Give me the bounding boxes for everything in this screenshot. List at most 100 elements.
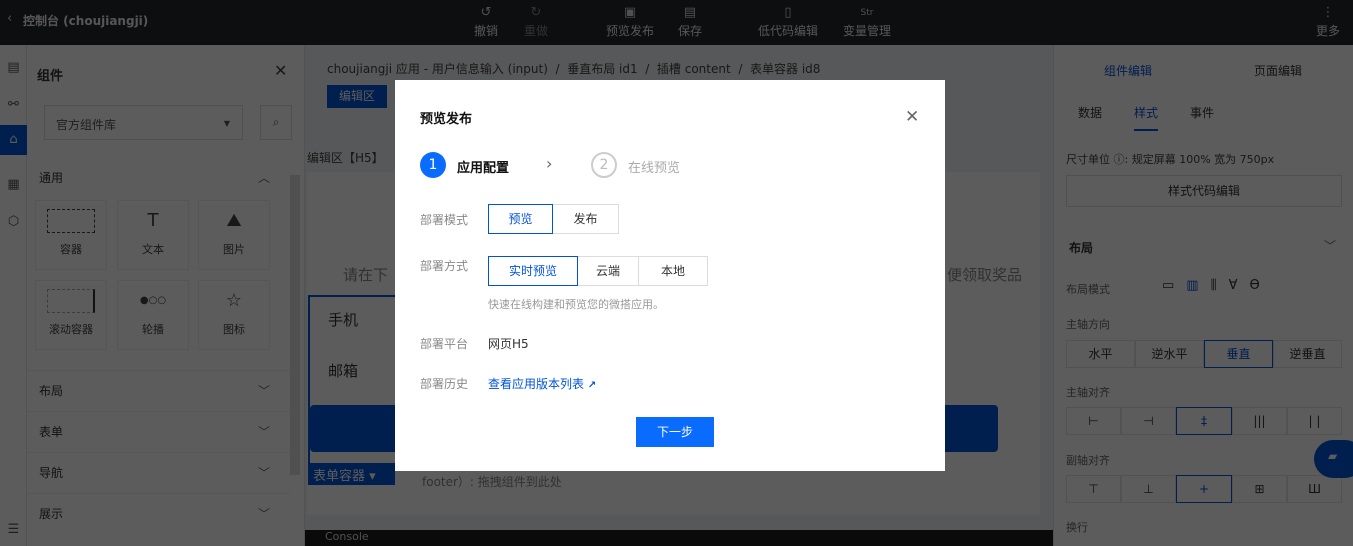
cross-bottom-icon[interactable]: ⊥ <box>1121 475 1176 503</box>
more-icon: ⋮ <box>1321 5 1335 20</box>
tab-page-edit[interactable]: 页面编辑 <box>1254 62 1302 79</box>
component-container[interactable]: 容器 <box>35 200 107 270</box>
method-cloud-button[interactable]: 云端 <box>577 256 639 286</box>
mode-publish-button[interactable]: 发布 <box>552 204 619 234</box>
deploy-platform-value: 网页H5 <box>488 337 529 351</box>
method-hint: 快速在线构建和预览您的微搭应用。 <box>488 298 664 311</box>
tree-icon[interactable]: ⚯ <box>0 90 27 120</box>
component-label: 图标 <box>223 323 245 336</box>
edit-area-label: 编辑区【H5】 <box>307 151 384 165</box>
align-start-icon[interactable]: ⊢ <box>1066 407 1121 435</box>
preview-publish-button[interactable]: ▣ 预览发布 <box>606 4 654 39</box>
style-code-edit-button[interactable]: 样式代码编辑 <box>1066 175 1342 207</box>
chevron-down-icon: ﹀ <box>257 425 270 439</box>
align-space-between-icon[interactable]: ||| <box>1232 407 1287 435</box>
data-source-icon[interactable]: ▦ <box>0 170 27 200</box>
align-end-icon[interactable]: ⊣ <box>1121 407 1176 435</box>
section-form[interactable]: 表单 ﹀ <box>27 411 290 452</box>
method-realtime-button[interactable]: 实时预览 <box>488 256 578 286</box>
container-icon <box>36 201 106 241</box>
variables-label: 变量管理 <box>843 24 892 38</box>
console-bar[interactable]: Console <box>305 530 1053 546</box>
preview-icon: ▣ <box>623 5 637 20</box>
redo-button[interactable]: ↻ 重做 <box>524 4 548 39</box>
menu-icon[interactable]: ☰ <box>0 515 27 545</box>
dir-reverse-vertical[interactable]: 逆垂直 <box>1273 340 1342 368</box>
edit-area-button[interactable]: 编辑区 <box>327 85 387 108</box>
app-title[interactable]: 控制台 (choujiangji) <box>23 12 148 29</box>
components-panel: 组件 ✕ 官方组件库 ▼ ⌕ 通用 ︿ 容器 T 文本 ⛰ 图片 滚动容器 ●○○ 轮播 … <box>27 45 305 546</box>
tab-component-edit[interactable]: 组件编辑 <box>1104 62 1152 79</box>
deploy-method-label: 部署方式 <box>420 259 469 273</box>
close-icon[interactable]: ✕ <box>274 61 287 80</box>
chevron-down-icon: ﹀ <box>257 507 270 521</box>
search-button[interactable]: ⌕ <box>260 105 292 140</box>
layout-title: 布局 <box>1069 241 1094 255</box>
layout-mode-icons[interactable]: ▭▥⫼ⱯӨ <box>1162 278 1272 293</box>
back-icon[interactable]: ‹ <box>7 11 12 26</box>
deploy-history-label: 部署历史 <box>420 377 469 391</box>
variables-button[interactable]: Str 变量管理 <box>843 4 891 39</box>
hint-text: 请在下 <box>343 266 389 284</box>
deploy-mode-label: 部署模式 <box>420 213 469 227</box>
wrap-label: 换行 <box>1066 521 1088 534</box>
console-label: Console <box>325 530 369 543</box>
component-scroll-container[interactable]: 滚动容器 <box>35 280 107 350</box>
library-select[interactable]: 官方组件库 ▼ <box>44 105 243 140</box>
image-icon: ⛰ <box>226 210 242 231</box>
deploy-platform-label: 部署平台 <box>420 337 469 351</box>
cross-stretch-icon[interactable]: Ш <box>1287 475 1342 503</box>
cross-center-icon[interactable]: + <box>1176 475 1232 503</box>
mode-preview-button[interactable]: 预览 <box>488 204 553 234</box>
component-text[interactable]: T 文本 <box>117 200 189 270</box>
component-label: 轮播 <box>142 323 164 336</box>
dir-vertical[interactable]: 垂直 <box>1204 340 1273 368</box>
section-layout[interactable]: 布局 ﹀ <box>27 370 290 411</box>
subtab-data[interactable]: 数据 <box>1078 104 1102 121</box>
align-center-icon[interactable]: ‡ <box>1176 407 1232 435</box>
subtab-style[interactable]: 样式 <box>1134 104 1159 131</box>
breadcrumb-item[interactable]: 垂直布局 id1 <box>567 62 637 76</box>
breadcrumb-item[interactable]: choujiangji 应用 - 用户信息输入 (input) <box>327 62 548 76</box>
next-step-button[interactable]: 下一步 <box>636 417 714 447</box>
version-list-link[interactable]: 查看应用版本列表 ↗ <box>488 375 596 392</box>
close-icon[interactable]: ✕ <box>905 107 919 127</box>
pages-icon[interactable]: ▤ <box>0 53 27 83</box>
component-label: 文本 <box>142 243 164 256</box>
align-space-around-icon[interactable]: | | <box>1287 407 1342 435</box>
method-local-button[interactable]: 本地 <box>638 256 708 286</box>
more-button[interactable]: ⋮ 更多 <box>1316 4 1340 39</box>
subtab-events[interactable]: 事件 <box>1190 104 1214 121</box>
section-display[interactable]: 展示 ﹀ <box>27 493 290 534</box>
dir-horizontal[interactable]: 水平 <box>1066 340 1135 368</box>
section-navigation[interactable]: 导航 ﹀ <box>27 452 290 493</box>
cross-baseline-icon[interactable]: ⊞ <box>1232 475 1287 503</box>
component-label: 滚动容器 <box>49 323 93 336</box>
panel-scrollbar[interactable] <box>290 175 300 475</box>
component-carousel[interactable]: ●○○ 轮播 <box>117 280 189 350</box>
breadcrumb-item[interactable]: 插槽 content <box>657 62 731 76</box>
undo-button[interactable]: ↺ 撤销 <box>474 4 498 39</box>
panel-title: 组件 <box>37 69 64 84</box>
js-icon[interactable]: ⬡ <box>0 207 27 237</box>
component-icon[interactable]: ☆ 图标 <box>198 280 270 350</box>
section-general[interactable]: 通用 ︿ <box>27 158 290 199</box>
breadcrumb-item[interactable]: 表单容器 id8 <box>750 62 820 76</box>
section-label: 展示 <box>39 507 64 521</box>
cross-top-icon[interactable]: ⊤ <box>1066 475 1121 503</box>
step-1-number: 1 <box>420 152 446 178</box>
redo-label: 重做 <box>524 24 549 38</box>
components-icon[interactable]: ⌂ <box>0 125 27 155</box>
dir-reverse-horizontal[interactable]: 逆水平 <box>1135 340 1204 368</box>
component-label: 图片 <box>223 243 245 256</box>
more-label: 更多 <box>1316 24 1341 38</box>
chat-button[interactable]: ▰ <box>1314 440 1353 478</box>
component-image[interactable]: ⛰ 图片 <box>198 200 270 270</box>
dialog-title: 预览发布 <box>420 112 473 127</box>
top-bar: ‹ 控制台 (choujiangji) ↺ 撤销 ↻ 重做 ▣ 预览发布 ▤ 保存 ▯ 低… <box>0 0 1353 45</box>
chevron-down-icon[interactable]: ﹀ <box>1324 237 1336 254</box>
chat-icon: ▰ <box>1328 449 1338 463</box>
lowcode-edit-button[interactable]: ▯ 低代码编辑 <box>758 4 818 39</box>
form-container-tag[interactable]: 表单容器 ▾ <box>308 463 395 485</box>
save-button[interactable]: ▤ 保存 <box>678 4 702 39</box>
